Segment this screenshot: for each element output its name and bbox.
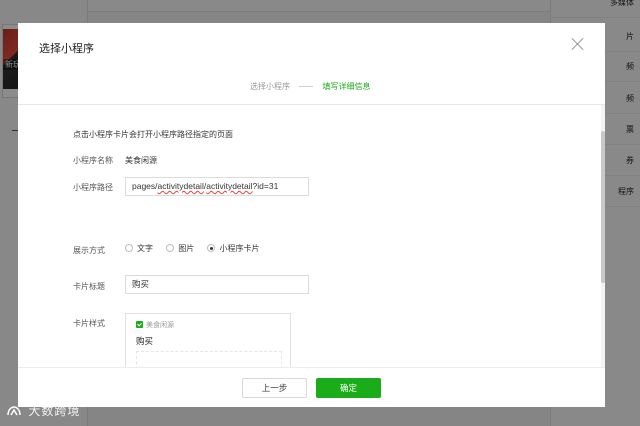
card-style-label: 卡片样式 bbox=[73, 319, 105, 328]
radio-circle-icon bbox=[125, 244, 133, 252]
step-select-miniprogram: 选择小程序 bbox=[250, 82, 290, 91]
radio-checked-icon bbox=[207, 244, 216, 252]
display-mode-radio-group: 文字 图片 小程序卡片 bbox=[125, 243, 270, 254]
miniprogram-path-label: 小程序路径 bbox=[73, 183, 113, 192]
radio-miniprogram-card-label: 小程序卡片 bbox=[219, 244, 260, 253]
step-fill-details: 填写详细信息 bbox=[322, 82, 371, 91]
dialog-scrollbar-thumb[interactable] bbox=[601, 131, 605, 283]
card-preview-app-name: 美食闲源 bbox=[146, 322, 174, 329]
miniprogram-name-value: 美食闲源 bbox=[125, 156, 157, 165]
radio-circle-icon bbox=[166, 244, 175, 252]
radio-image[interactable]: 图片 bbox=[166, 243, 194, 254]
card-title-input[interactable]: 购买 bbox=[125, 275, 309, 294]
radio-text-label: 文字 bbox=[137, 244, 153, 253]
path-part: ?id=31 bbox=[252, 181, 279, 191]
select-miniprogram-dialog: 选择小程序 选择小程序 填写详细信息 点击小程序卡片会打开小程序路径指定的页面 … bbox=[18, 23, 605, 407]
path-part: pages/ bbox=[132, 181, 158, 191]
dialog-scrollbar[interactable] bbox=[601, 105, 605, 367]
step-indicator: 选择小程序 填写详细信息 bbox=[250, 81, 370, 92]
card-preview-title: 购买 bbox=[136, 336, 154, 346]
card-title-label: 卡片标题 bbox=[73, 282, 105, 291]
close-icon[interactable] bbox=[571, 37, 585, 51]
miniprogram-logo-icon bbox=[136, 321, 143, 328]
dialog-title: 选择小程序 bbox=[39, 43, 94, 55]
radio-image-label: 图片 bbox=[178, 244, 195, 253]
display-mode-label: 展示方式 bbox=[73, 246, 105, 255]
confirm-button[interactable]: 确定 bbox=[316, 378, 381, 398]
previous-step-button[interactable]: 上一步 bbox=[242, 378, 307, 398]
card-style-preview: 美食闲源 购买 bbox=[125, 313, 291, 367]
card-preview-image-area bbox=[136, 351, 282, 367]
miniprogram-path-input[interactable]: pages/activitydetail/activitydetail?id=3… bbox=[125, 177, 309, 196]
step-connector bbox=[299, 86, 314, 87]
miniprogram-name-label: 小程序名称 bbox=[73, 156, 113, 165]
dialog-body: 点击小程序卡片会打开小程序路径指定的页面 小程序名称 美食闲源 小程序路径 pa… bbox=[18, 105, 603, 367]
radio-text[interactable]: 文字 bbox=[125, 243, 153, 254]
dialog-footer: 上一步 确定 bbox=[18, 367, 605, 407]
card-preview-header: 美食闲源 bbox=[136, 320, 174, 330]
path-part: activitydetail bbox=[206, 181, 253, 191]
path-part: activitydetail bbox=[157, 181, 204, 191]
hint-text: 点击小程序卡片会打开小程序路径指定的页面 bbox=[73, 130, 233, 139]
radio-miniprogram-card[interactable]: 小程序卡片 bbox=[207, 243, 259, 254]
